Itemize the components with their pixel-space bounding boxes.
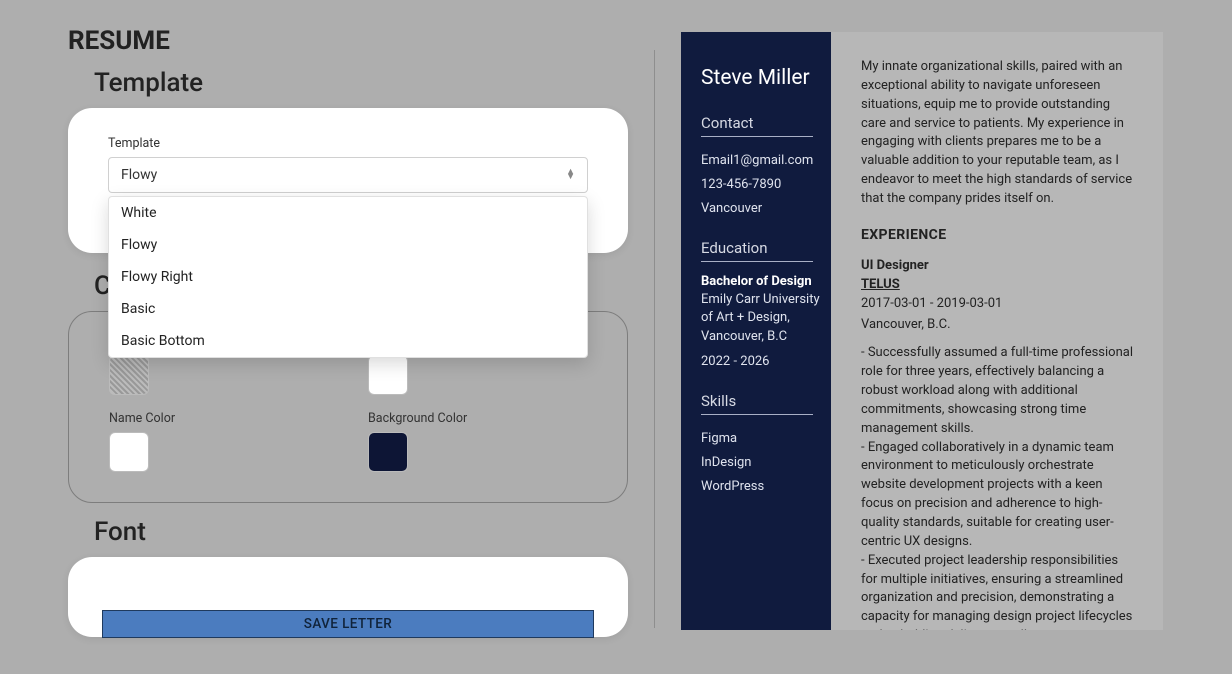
skills-heading: Skills — [701, 392, 821, 410]
page-title: RESUME — [68, 26, 628, 56]
contact-rule — [701, 136, 813, 137]
resume-preview: Steve Miller Contact Email1@gmail.com 12… — [681, 32, 1163, 630]
skill-item: Figma — [701, 427, 821, 451]
template-card: Template Flowy ▲▼ White Flowy Flowy Righ… — [68, 108, 628, 253]
education-rule — [701, 261, 813, 262]
chevron-updown-icon: ▲▼ — [566, 170, 575, 180]
job-company: TELUS — [861, 276, 1133, 295]
template-field-label: Template — [108, 136, 588, 151]
preview-name: Steve Miller — [701, 66, 821, 90]
template-option-basic[interactable]: Basic — [109, 293, 587, 325]
template-select[interactable]: Flowy ▲▼ — [108, 157, 588, 193]
contact-email: Email1@gmail.com — [701, 149, 821, 173]
preview-sidebar: Steve Miller Contact Email1@gmail.com 12… — [681, 32, 831, 630]
template-option-white[interactable]: White — [109, 197, 587, 229]
edu-school: Emily Carr University of Art + Design, V… — [701, 291, 821, 346]
vertical-divider — [654, 50, 655, 628]
job-dates: 2017-03-01 - 2019-03-01 — [861, 295, 1133, 314]
contact-heading: Contact — [701, 114, 821, 132]
background-color-label: Background Color — [368, 411, 587, 426]
job-location: Vancouver, B.C. — [861, 316, 1133, 335]
skill-item: InDesign — [701, 451, 821, 475]
background-color-swatch[interactable] — [368, 432, 408, 472]
name-color-swatch[interactable] — [109, 432, 149, 472]
font-section-heading: Font — [94, 517, 628, 547]
education-heading: Education — [701, 239, 821, 257]
summary-text: My innate organizational skills, paired … — [861, 58, 1133, 209]
template-option-basic-bottom[interactable]: Basic Bottom — [109, 325, 587, 357]
edu-dates: 2022 - 2026 — [701, 350, 821, 374]
skill-item: WordPress — [701, 475, 821, 499]
experience-heading: EXPERIENCE — [861, 225, 1133, 245]
job-title: UI Designer — [861, 257, 1133, 276]
edu-degree: Bachelor of Design — [701, 274, 821, 289]
template-section-heading: Template — [94, 68, 628, 98]
save-letter-button[interactable]: SAVE LETTER — [102, 610, 594, 638]
template-option-flowy[interactable]: Flowy — [109, 229, 587, 261]
text-color-swatch[interactable] — [109, 355, 149, 395]
contact-city: Vancouver — [701, 197, 821, 221]
name-color-label: Name Color — [109, 411, 328, 426]
preview-main: My innate organizational skills, paired … — [831, 32, 1163, 630]
skills-rule — [701, 414, 813, 415]
contact-phone: 123-456-7890 — [701, 173, 821, 197]
template-select-value: Flowy — [121, 167, 157, 183]
job-desc: - Successfully assumed a full-time profe… — [861, 344, 1133, 630]
template-dropdown: White Flowy Flowy Right Basic Basic Bott… — [108, 196, 588, 358]
title-color-swatch[interactable] — [368, 355, 408, 395]
template-option-flowy-right[interactable]: Flowy Right — [109, 261, 587, 293]
